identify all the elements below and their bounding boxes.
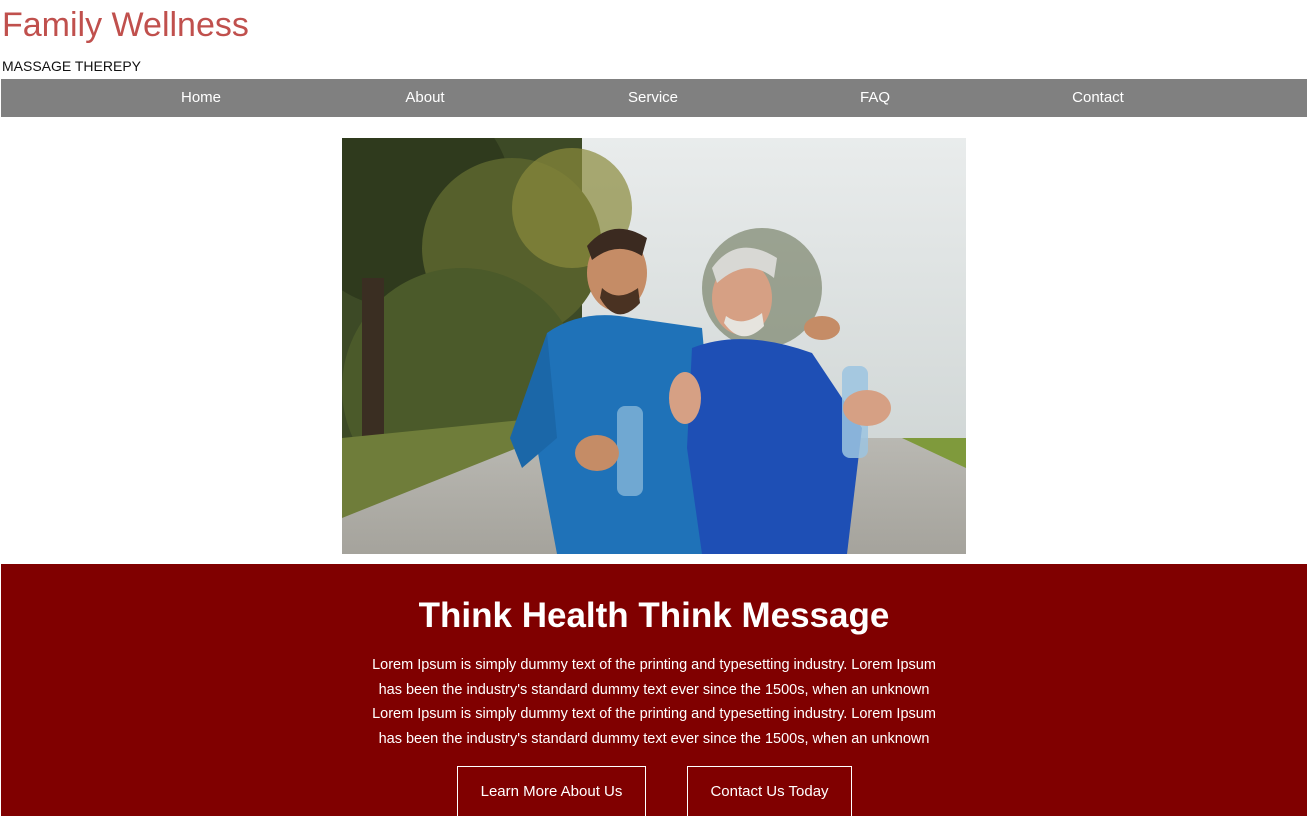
promo-text-line: has been the industry's standard dummy t…: [378, 681, 930, 698]
site-title[interactable]: Family Wellness: [2, 6, 249, 45]
hero-photo-illustration: [342, 138, 966, 554]
promo-text: Lorem Ipsum is simply dummy text of the …: [319, 653, 989, 751]
main-nav: Home About Service FAQ Contact: [1, 79, 1307, 117]
promo-text-line: has been the industry's standard dummy t…: [378, 730, 930, 747]
site-subtitle: MASSAGE THEREPY: [2, 58, 142, 74]
promo-title: Think Health Think Message: [418, 596, 890, 635]
hero-image: [342, 138, 966, 554]
nav-item-about[interactable]: About: [405, 79, 444, 117]
promo-text-line: Lorem Ipsum is simply dummy text of the …: [372, 706, 936, 723]
nav-item-service[interactable]: Service: [628, 79, 678, 117]
nav-item-home[interactable]: Home: [181, 79, 221, 117]
learn-more-button[interactable]: Learn More About Us: [457, 766, 646, 818]
site-header: Family Wellness MASSAGE THEREPY: [0, 0, 1308, 78]
promo-text-line: Lorem Ipsum is simply dummy text of the …: [372, 657, 936, 673]
promo-band: Think Health Think Message Lorem Ipsum i…: [1, 564, 1307, 818]
nav-item-contact[interactable]: Contact: [1072, 79, 1124, 117]
nav-item-faq[interactable]: FAQ: [860, 79, 890, 117]
contact-us-button[interactable]: Contact Us Today: [687, 766, 852, 818]
